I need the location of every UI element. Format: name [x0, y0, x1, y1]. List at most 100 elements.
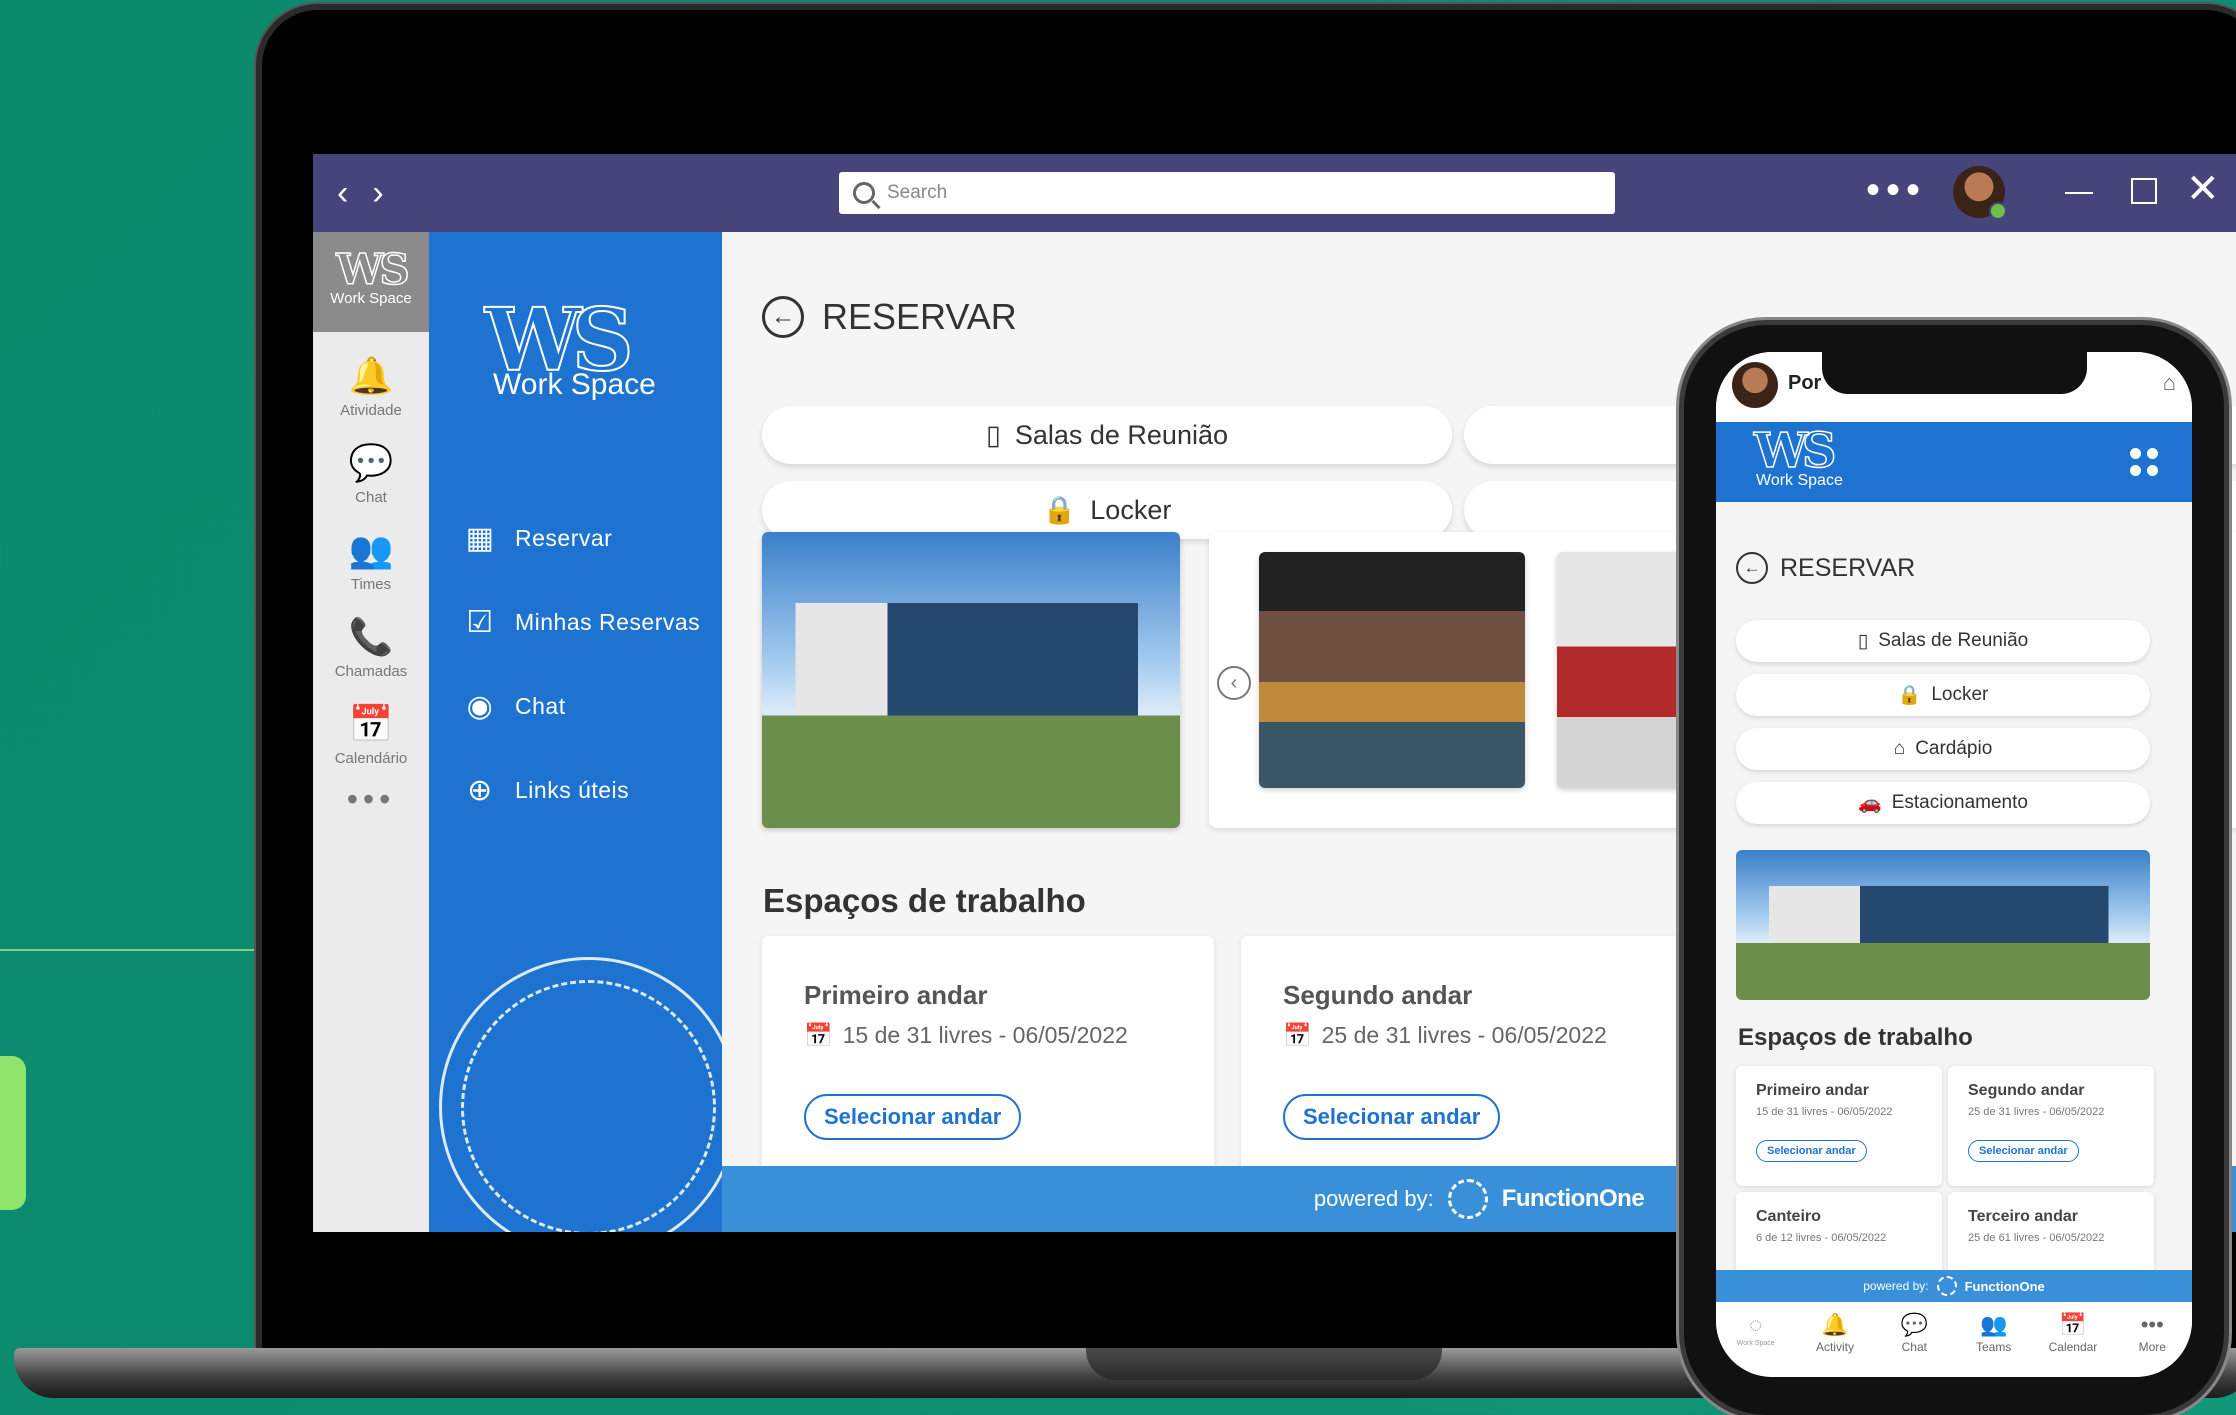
option-cardapio[interactable]: ⌂ Cardápio: [1736, 728, 2150, 770]
rail-item-chat[interactable]: 💬 Chat: [313, 441, 429, 506]
workspace-logo: WS: [336, 245, 411, 294]
more-icon: •••: [2140, 1312, 2164, 1337]
tab-label: Activity: [1815, 1340, 1854, 1354]
floor-name: Primeiro andar: [1756, 1082, 1869, 1099]
page-title-text: RESERVAR: [822, 296, 1017, 337]
rail-item-workspace[interactable]: WS Work Space: [313, 232, 429, 332]
sidebar-item-label: Minhas Reservas: [515, 608, 701, 635]
back-circle-icon[interactable]: ←: [1736, 552, 1768, 584]
rail-item-atividade[interactable]: 🔔 Atividade: [313, 354, 429, 419]
functionone-brand: FunctionOne: [1501, 1185, 1645, 1212]
rail-item-times[interactable]: 👥 Times: [313, 528, 429, 593]
option-locker[interactable]: 🔒 Locker: [1736, 674, 2150, 716]
office-photo[interactable]: [1259, 552, 1525, 788]
rail-item-chamadas[interactable]: 📞 Chamadas: [313, 615, 429, 680]
door-icon: ▯: [985, 419, 1001, 450]
laptop-hinge-notch: [1086, 1348, 1442, 1380]
option-label: Estacionamento: [1891, 792, 2028, 813]
user-avatar[interactable]: [1732, 362, 1778, 408]
teams-icon: 👥: [348, 529, 394, 570]
tab-chat[interactable]: 💬 Chat: [1879, 1312, 1949, 1377]
rail-item-label: Times: [350, 576, 392, 593]
select-floor-button[interactable]: Selecionar andar: [804, 1094, 1022, 1140]
bell-icon: 🔔: [348, 355, 394, 396]
building-photo: [1736, 850, 2150, 1000]
tab-activity[interactable]: 🔔 Activity: [1800, 1312, 1870, 1377]
door-icon: ▯: [1857, 630, 1869, 652]
select-floor-button[interactable]: Selecionar andar: [1756, 1140, 1867, 1162]
minimize-icon[interactable]: [2065, 192, 2093, 194]
maximize-icon[interactable]: [2131, 178, 2157, 204]
back-arrow-icon[interactable]: ‹: [337, 174, 348, 213]
back-circle-icon[interactable]: ←: [762, 296, 804, 338]
globe-icon: ⊕: [467, 773, 493, 807]
tab-more[interactable]: ••• More: [2117, 1312, 2187, 1377]
search-input[interactable]: Search: [839, 172, 1615, 214]
workspace-subtitle: Work Space: [493, 368, 656, 401]
sidebar-item-minhas-reservas[interactable]: ☑ Minhas Reservas: [463, 580, 700, 664]
app-grid-icon[interactable]: [2130, 448, 2158, 476]
option-estacionamento[interactable]: 🚗 Estacionamento: [1736, 782, 2150, 824]
lock-icon: 🔒: [1897, 685, 1922, 706]
bell-icon: 🔔: [1821, 1312, 1849, 1337]
bot-icon: ◉: [466, 689, 494, 723]
rail-item-label: Calendário: [334, 750, 408, 767]
tab-label: Work Space: [1736, 1340, 1775, 1347]
floor-detail-text: 25 de 31 livres - 06/05/2022: [1968, 1106, 2105, 1118]
option-label: Locker: [1090, 494, 1172, 525]
floor-card: Segundo andar 25 de 31 livres - 06/05/20…: [1948, 1066, 2154, 1186]
tab-teams[interactable]: 👥 Teams: [1959, 1312, 2029, 1377]
option-label: Salas de Reunião: [1014, 419, 1228, 450]
floor-name: Segundo andar: [1968, 1082, 2085, 1099]
user-name: Por: [1788, 372, 1822, 394]
sidebar-item-reservar[interactable]: ▦ Reservar: [463, 496, 700, 580]
calendar-grid-icon: ▦: [465, 521, 495, 555]
user-avatar[interactable]: [1953, 166, 2007, 220]
search-placeholder: Search: [887, 182, 948, 203]
history-nav: ‹ ›: [337, 174, 384, 213]
floor-detail-text: 15 de 31 livres - 06/05/2022: [842, 1022, 1128, 1048]
floor-name: Segundo andar: [1283, 980, 1473, 1010]
tab-label: Calendar: [2048, 1340, 2098, 1354]
sidebar-item-label: Reservar: [515, 524, 613, 551]
rail-item-calendario[interactable]: 📅 Calendário: [313, 702, 429, 767]
floor-detail-text: 6 de 12 livres - 06/05/2022: [1756, 1232, 1887, 1244]
option-salas-de-reuniao[interactable]: ▯ Salas de Reunião: [762, 406, 1452, 464]
sidebar-menu: ▦ Reservar ☑ Minhas Reservas ◉ Chat ⊕ Li…: [463, 496, 700, 832]
floor-detail-text: 25 de 61 livres - 06/05/2022: [1968, 1232, 2105, 1244]
functionone-logo-icon: [1936, 1276, 1957, 1296]
section-title: Espaços de trabalho: [763, 882, 1086, 919]
powered-by-label: powered by:: [1313, 1186, 1434, 1211]
bot-icon[interactable]: ⌂: [2163, 370, 2176, 396]
teams-titlebar: ‹ › Search ••• ✕: [313, 154, 2236, 232]
option-salas-de-reuniao[interactable]: ▯ Salas de Reunião: [1736, 620, 2150, 662]
option-locker[interactable]: 🔒 Locker: [762, 481, 1452, 539]
more-options-icon[interactable]: •••: [1866, 168, 1926, 213]
select-floor-button[interactable]: Selecionar andar: [1968, 1140, 2079, 1162]
sidebar-item-links-uteis[interactable]: ⊕ Links úteis: [463, 748, 700, 832]
sidebar-item-chat[interactable]: ◉ Chat: [463, 664, 700, 748]
tab-label: Teams: [1975, 1340, 2012, 1354]
rail-more-icon[interactable]: •••: [313, 781, 429, 818]
option-label: Cardápio: [1915, 738, 1993, 759]
workspace-icon: ◌: [1749, 1312, 1763, 1337]
calendar-icon: 📅: [348, 703, 394, 744]
rail-item-label: Work Space: [330, 290, 412, 307]
carousel-prev-icon[interactable]: ‹: [1217, 666, 1251, 700]
calendar-icon: 📅: [1283, 1022, 1312, 1048]
tab-label: Chat: [1901, 1340, 1927, 1354]
workspace-subtitle: Work Space: [1756, 472, 1843, 489]
calendar-icon: 📅: [2059, 1312, 2087, 1337]
tab-label: More: [2138, 1340, 2166, 1354]
select-floor-button[interactable]: Selecionar andar: [1283, 1094, 1501, 1140]
sidebar-item-label: Chat: [515, 692, 566, 719]
floor-detail-text: 15 de 31 livres - 06/05/2022: [1756, 1106, 1893, 1118]
floor-availability: 📅 15 de 31 livres - 06/05/2022: [804, 1022, 1128, 1049]
phone-screen: Por ⌂ WS Work Space ← RESERVAR ▯ Salas d…: [1716, 352, 2192, 1377]
close-icon[interactable]: ✕: [2186, 164, 2220, 214]
forward-arrow-icon[interactable]: ›: [372, 174, 383, 213]
rail-item-label: Chat: [355, 489, 387, 506]
workspace-logo: WS: [1753, 423, 1837, 479]
tab-work-space[interactable]: ◌ Work Space: [1721, 1312, 1791, 1377]
tab-calendar[interactable]: 📅 Calendar: [2038, 1312, 2108, 1377]
